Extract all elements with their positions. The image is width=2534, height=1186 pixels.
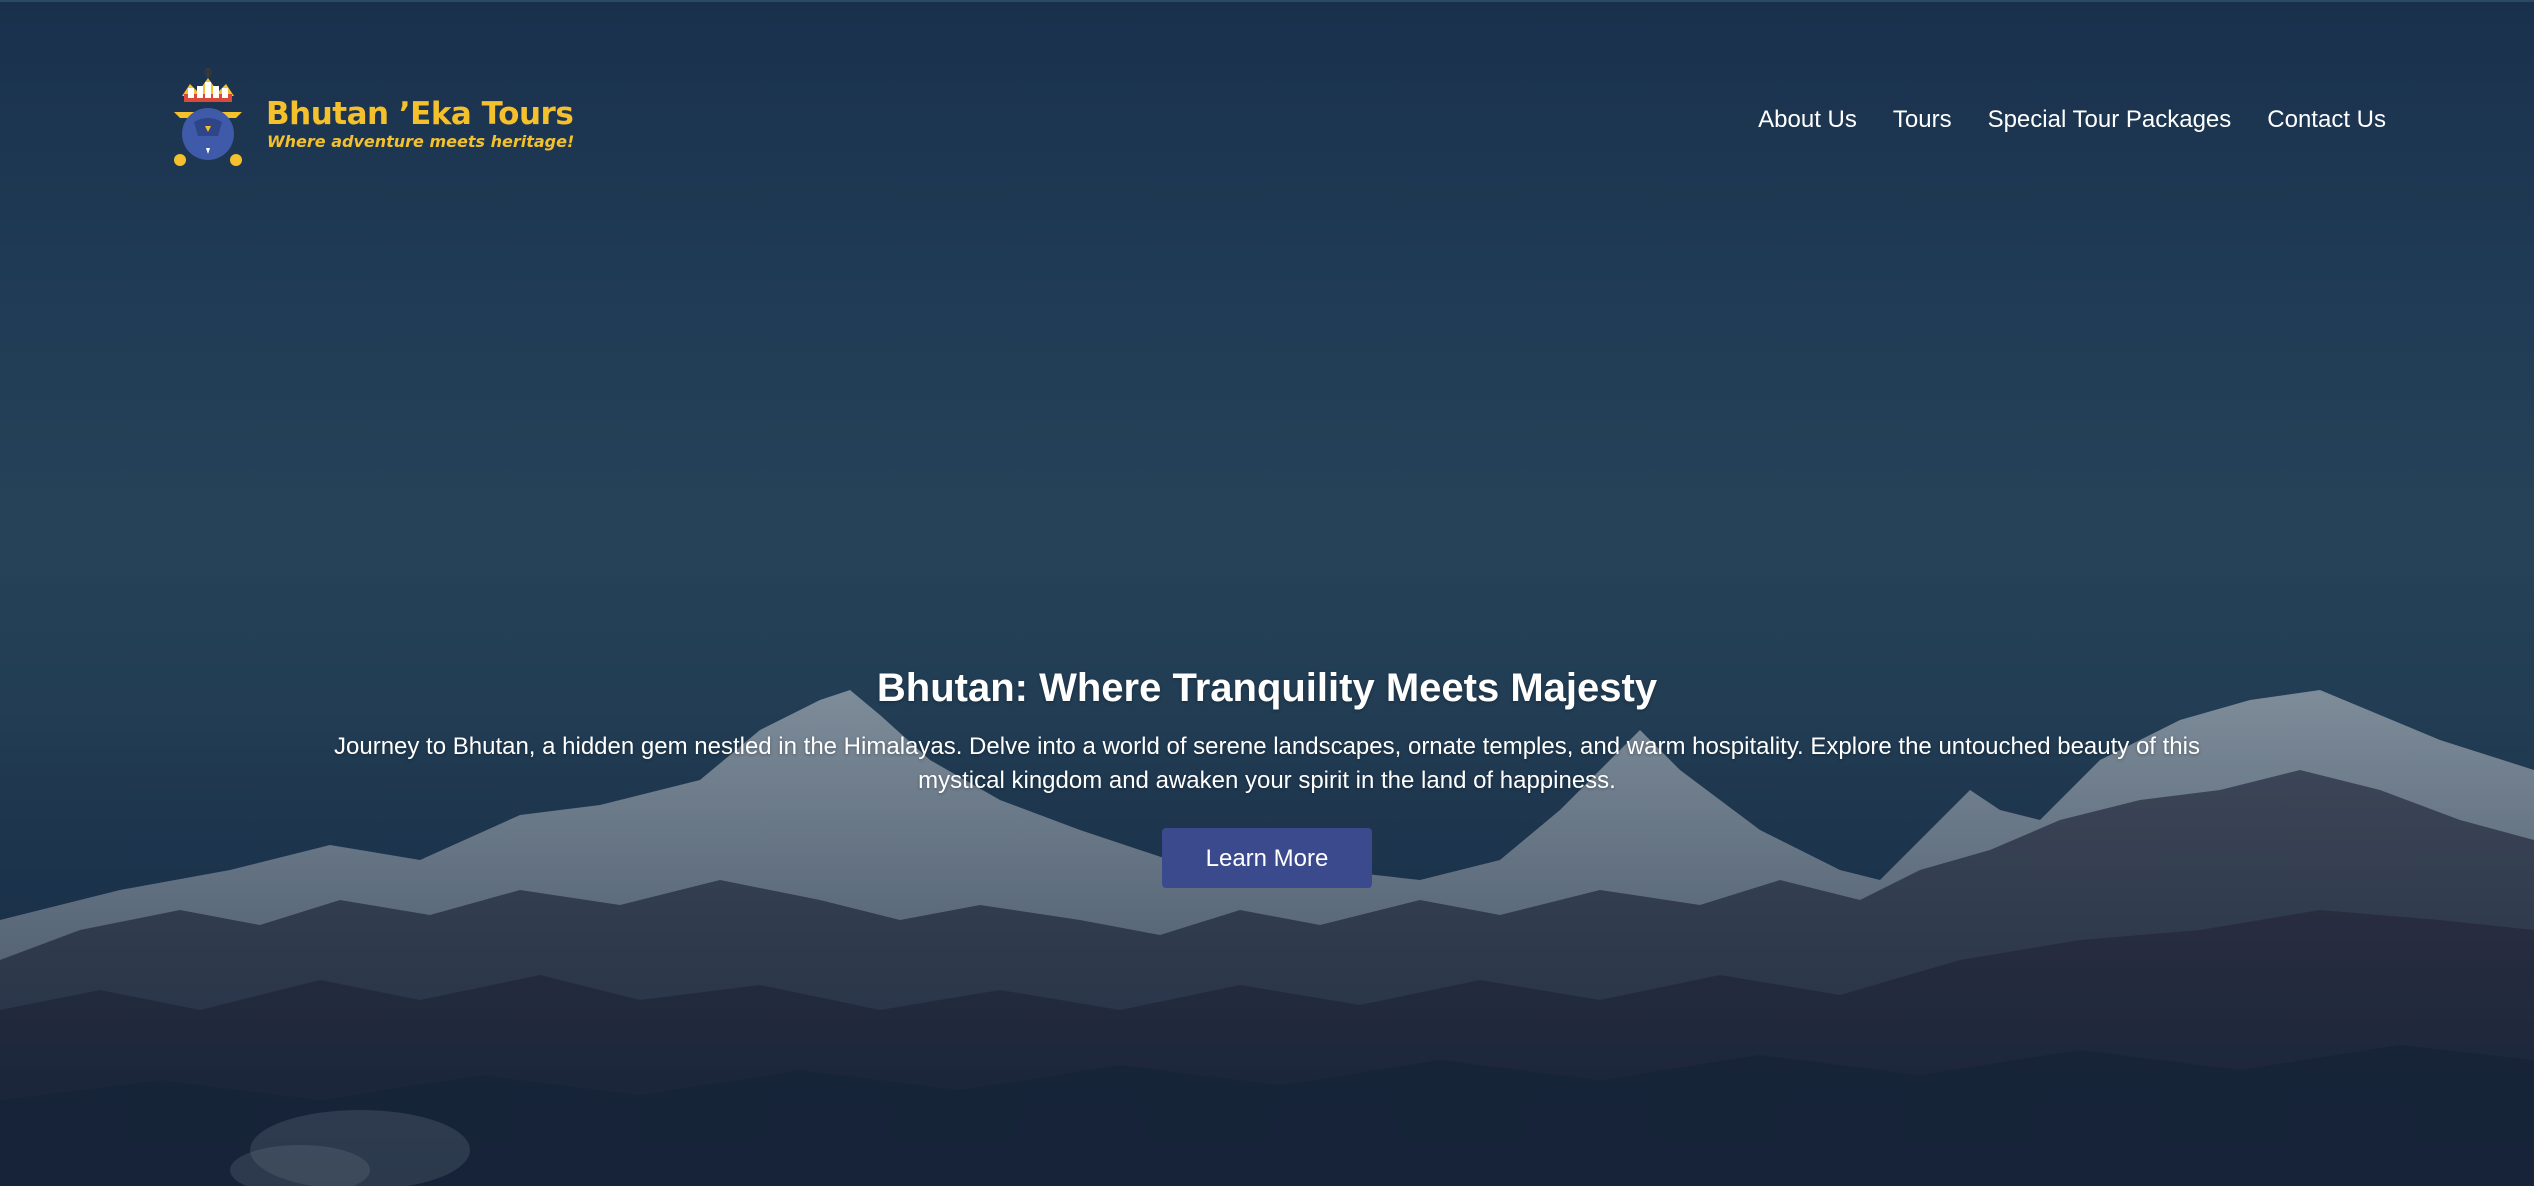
hero-title: Bhutan: Where Tranquility Meets Majesty [876, 666, 1658, 710]
site-header: Bhutan ’Eka Tours Where adventure meets … [0, 0, 2534, 200]
brand-name[interactable]: Bhutan ’Eka Tours [266, 96, 574, 132]
dzong-emblem-icon[interactable] [170, 66, 246, 176]
brand-tagline: Where adventure meets heritage! [267, 132, 575, 151]
main-nav: About Us Tours Special Tour Packages Con… [1758, 106, 2386, 134]
learn-more-button[interactable]: Learn More [1162, 828, 1372, 888]
hero-section: Bhutan ’Eka Tours Where adventure meets … [0, 0, 2534, 1186]
nav-about-us[interactable]: About Us [1758, 106, 1857, 134]
hero-description: Journey to Bhutan, a hidden gem nestled … [334, 733, 2200, 794]
nav-special-tour-packages[interactable]: Special Tour Packages [1988, 106, 2232, 134]
nav-tours[interactable]: Tours [1893, 106, 1952, 134]
nav-contact-us[interactable]: Contact Us [2267, 106, 2386, 134]
hero-content: Bhutan: Where Tranquility Meets Majesty … [0, 660, 2534, 888]
